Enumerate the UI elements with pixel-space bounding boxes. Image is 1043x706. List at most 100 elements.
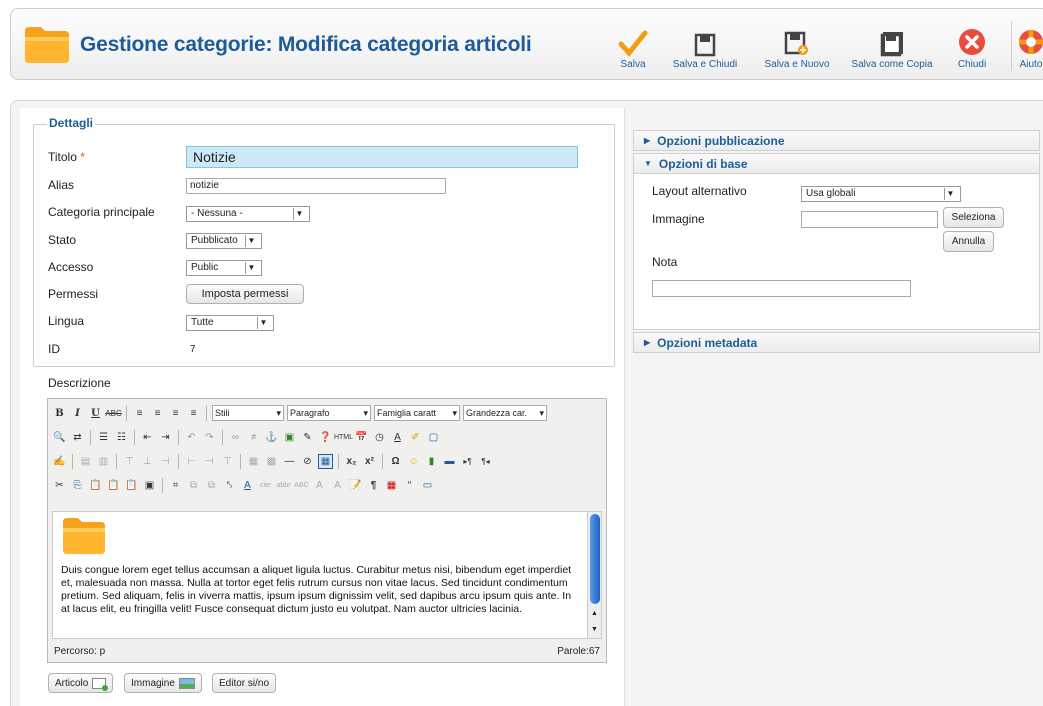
style-props-icon[interactable]: A — [240, 478, 255, 493]
bullet-list-icon[interactable]: ☰ — [96, 430, 111, 445]
metadata-options-header[interactable]: ▶ Opzioni metadata — [633, 332, 1040, 353]
blockquote-icon[interactable]: “ — [402, 478, 417, 493]
font-family-select[interactable]: Famiglia caratt ▾ — [374, 405, 460, 421]
acronym-icon[interactable]: ABC — [294, 478, 309, 493]
emoticon-icon[interactable]: ☺ — [406, 454, 421, 469]
redo-icon[interactable]: ↷ — [202, 430, 217, 445]
strikethrough-icon[interactable]: ABC — [105, 406, 121, 421]
italic-icon[interactable]: I — [70, 406, 85, 421]
attributes-icon[interactable]: 📝 — [348, 478, 363, 493]
select-all-icon[interactable]: ▣ — [142, 478, 157, 493]
scroll-down-icon[interactable]: ▼ — [591, 626, 598, 633]
style-select[interactable]: Stili ▾ — [212, 405, 284, 421]
link-icon[interactable]: ∞ — [228, 430, 243, 445]
visual-chars-icon[interactable]: ¶ — [366, 478, 381, 493]
layer-icon[interactable]: ⌗ — [168, 478, 183, 493]
move-backward-icon[interactable]: ⧉ — [204, 478, 219, 493]
abbr-icon[interactable]: abbr — [276, 478, 291, 493]
table-row-props-icon[interactable]: ▤ — [78, 454, 93, 469]
date-icon[interactable]: 📅 — [354, 430, 369, 445]
publishing-options-header[interactable]: ▶ Opzioni pubblicazione — [633, 130, 1040, 151]
row-after-icon[interactable]: ⊥ — [140, 454, 155, 469]
underline-icon[interactable]: U — [88, 406, 103, 421]
bold-icon[interactable]: B — [52, 406, 67, 421]
rtl-icon[interactable]: ¶◂ — [478, 454, 493, 469]
html-icon[interactable]: HTML — [334, 430, 353, 445]
font-size-select[interactable]: Grandezza car. ▾ — [463, 405, 547, 421]
remove-format-icon[interactable]: ⊘ — [300, 454, 315, 469]
toggle-editor-button[interactable]: Editor si/no — [212, 673, 277, 693]
title-input[interactable]: Notizie — [186, 146, 578, 168]
save-new-button[interactable]: Salva e Nuovo — [759, 21, 835, 70]
help-button[interactable]: Aiuto — [1016, 21, 1043, 70]
cleanup-icon[interactable]: ✎ — [300, 430, 315, 445]
nonbreaking-icon[interactable]: ▭ — [420, 478, 435, 493]
delete-text-icon[interactable]: A — [330, 478, 345, 493]
select-image-button[interactable]: Seleziona — [943, 207, 1004, 228]
indent-icon[interactable]: ⇥ — [158, 430, 173, 445]
table-icon[interactable]: ▦ — [318, 453, 333, 469]
format-select[interactable]: Paragrafo ▾ — [287, 405, 371, 421]
absolute-icon[interactable]: ⤣ — [222, 478, 237, 493]
image-button[interactable]: Immagine — [124, 673, 202, 693]
state-select[interactable]: Pubblicato ▼ — [186, 233, 262, 249]
delete-col-icon[interactable]: ⊤ — [220, 454, 235, 469]
table-cell-props-icon[interactable]: ▥ — [96, 454, 111, 469]
image-insert-icon[interactable]: ▣ — [282, 430, 297, 445]
scroll-up-icon[interactable]: ▲ — [591, 610, 598, 617]
find-icon[interactable]: 🔍 — [52, 430, 67, 445]
anchor-icon[interactable]: ⚓ — [264, 430, 279, 445]
article-button[interactable]: Articolo — [48, 673, 114, 693]
align-center-icon[interactable]: ≡ — [150, 406, 165, 421]
editor-content-area[interactable]: Duis congue lorem eget tellus accumsan a… — [52, 511, 602, 639]
delete-row-icon[interactable]: ⊣ — [158, 454, 173, 469]
copy-icon[interactable]: ⎘ — [70, 478, 85, 493]
template-icon[interactable]: ▦ — [384, 478, 399, 493]
save-close-button[interactable]: Salva e Chiudi — [669, 21, 741, 70]
access-select[interactable]: Public ▼ — [186, 260, 262, 276]
alt-layout-select[interactable]: Usa globali ▼ — [801, 186, 961, 202]
highlight-color-icon[interactable]: ✐ — [408, 430, 423, 445]
cite-icon[interactable]: cite — [258, 478, 273, 493]
edit-css-icon[interactable]: ✍ — [52, 454, 67, 469]
row-before-icon[interactable]: ⊤ — [122, 454, 137, 469]
close-button[interactable]: Chiudi — [951, 21, 993, 70]
scrollbar-thumb[interactable] — [590, 514, 600, 604]
move-forward-icon[interactable]: ⧉ — [186, 478, 201, 493]
language-select[interactable]: Tutte ▼ — [186, 315, 274, 331]
align-right-icon[interactable]: ≡ — [168, 406, 183, 421]
split-cells-icon[interactable]: ▦ — [246, 454, 261, 469]
image-path-input[interactable] — [801, 211, 938, 228]
insert-text-icon[interactable]: A — [312, 478, 327, 493]
ltr-icon[interactable]: ▸¶ — [460, 454, 475, 469]
visual-aid-icon[interactable]: ▬ — [442, 454, 457, 469]
numbered-list-icon[interactable]: ☷ — [114, 430, 129, 445]
time-icon[interactable]: ◷ — [372, 430, 387, 445]
parent-category-select[interactable]: - Nessuna - ▼ — [186, 206, 310, 222]
save-copy-button[interactable]: Salva come Copia — [844, 21, 940, 70]
replace-icon[interactable]: ⇄ — [70, 430, 85, 445]
alias-input[interactable]: notizie — [186, 178, 446, 194]
align-justify-icon[interactable]: ≡ — [186, 406, 201, 421]
editor-scrollbar[interactable]: ▲ ▼ — [587, 512, 601, 638]
save-button[interactable]: Salva — [614, 21, 652, 70]
unlink-icon[interactable]: ≠ — [246, 430, 261, 445]
paste-text-icon[interactable]: 📋 — [106, 478, 121, 493]
merge-cells-icon[interactable]: ▩ — [264, 454, 279, 469]
align-left-icon[interactable]: ≡ — [132, 406, 147, 421]
col-after-icon[interactable]: ⊣ — [202, 454, 217, 469]
outdent-icon[interactable]: ⇤ — [140, 430, 155, 445]
clear-image-button[interactable]: Annulla — [943, 231, 994, 252]
paste-word-icon[interactable]: 📋 — [124, 478, 139, 493]
cut-icon[interactable]: ✂ — [52, 478, 67, 493]
col-before-icon[interactable]: ⊢ — [184, 454, 199, 469]
text-color-icon[interactable]: A — [390, 430, 405, 445]
media-icon[interactable]: ▮ — [424, 454, 439, 469]
superscript-icon[interactable]: x² — [362, 454, 377, 469]
basic-options-header[interactable]: ▼ Opzioni di base — [633, 153, 1040, 174]
horizontal-rule-icon[interactable]: — — [282, 454, 297, 469]
help-icon[interactable]: ❓ — [318, 430, 333, 445]
paste-icon[interactable]: 📋 — [88, 478, 103, 493]
fullscreen-icon[interactable]: ▢ — [426, 430, 441, 445]
subscript-icon[interactable]: x₂ — [344, 454, 359, 469]
